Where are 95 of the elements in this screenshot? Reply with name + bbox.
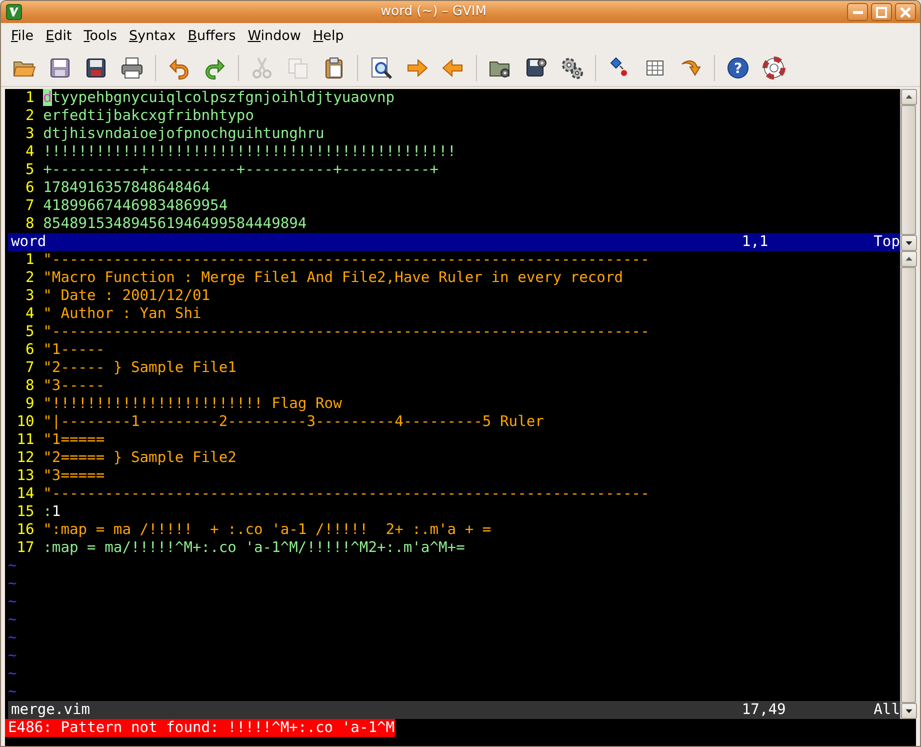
empty-line-marker: ~ xyxy=(8,611,17,628)
scroll-position: Top xyxy=(874,233,900,251)
code-line: ":map = ma /!!!!! + :.co 'a-1 /!!!!! 2+ :.m'a + = xyxy=(43,521,492,539)
line-number: 4 xyxy=(24,143,36,161)
close-button[interactable] xyxy=(895,3,916,21)
code-line: "Macro Function : Merge File1 And File2,Have Ruler in every record xyxy=(43,269,624,287)
scroll-down-button[interactable] xyxy=(901,235,917,251)
empty-line-marker: ~ xyxy=(8,647,17,664)
close-icon xyxy=(900,6,911,18)
minimize-icon xyxy=(852,10,862,14)
maximize-icon xyxy=(876,6,887,18)
menu-item[interactable]: Edit xyxy=(40,24,78,48)
line-number: 1 xyxy=(24,89,36,107)
scroll-position: All xyxy=(874,701,900,719)
line-number: 1 xyxy=(24,251,36,269)
minimize-button[interactable] xyxy=(847,3,868,21)
printer-icon xyxy=(120,56,144,80)
line-number: 6 xyxy=(24,179,36,197)
code-line: "2----- } Sample File1 xyxy=(43,359,236,377)
line-number: 8 xyxy=(24,377,36,395)
scroll-down-button[interactable] xyxy=(901,703,917,719)
code-line: " Author : Yan Shi xyxy=(43,305,202,323)
code-line: "3----- xyxy=(43,377,105,395)
scroll-up-button[interactable] xyxy=(901,89,917,105)
code-line: "1===== xyxy=(43,431,105,449)
code-line: "|--------1---------2---------3---------4---------5 Ruler xyxy=(43,413,544,431)
line-number: 5 xyxy=(24,161,36,179)
code-line: 418996674469834869954 xyxy=(43,197,228,215)
menu-item[interactable]: Help xyxy=(306,24,350,48)
code-line: "3===== xyxy=(43,467,105,485)
empty-line-marker: ~ xyxy=(8,575,17,592)
file-name: word xyxy=(11,233,46,250)
line-number: 16 xyxy=(16,521,36,539)
line-number: 15 xyxy=(16,503,36,521)
line-number: 3 xyxy=(24,287,36,305)
line-number: 5 xyxy=(24,323,36,341)
code-line: "1----- xyxy=(43,341,105,359)
menu-item[interactable]: Window xyxy=(242,24,307,48)
empty-line-marker: ~ xyxy=(8,665,17,682)
window-title: word (~) – GVIM xyxy=(380,3,488,22)
code-line: !!!!!!!!!!!!!!!!!!!!!!!!!!!!!!!!!!!!!!!!!!!!!!! xyxy=(43,143,456,161)
menu-item[interactable]: Buffers xyxy=(182,24,242,48)
empty-line-marker: ~ xyxy=(8,593,17,610)
code-line: "2===== } Sample File2 xyxy=(43,449,236,467)
code-line: dtjhisvndaioejofpnochguihtunghru xyxy=(43,125,324,143)
line-number: 6 xyxy=(24,341,36,359)
empty-line-marker: ~ xyxy=(8,683,17,700)
empty-line-marker: ~ xyxy=(8,557,17,574)
line-number: 3 xyxy=(24,125,36,143)
document-search-icon xyxy=(369,56,393,80)
help-icon: ? xyxy=(726,56,750,80)
line-number: 2 xyxy=(24,269,36,287)
empty-line-marker: ~ xyxy=(8,629,17,646)
code-line: 1784916357848648464 xyxy=(43,179,210,197)
lifebuoy-icon xyxy=(762,56,786,80)
gears-icon xyxy=(560,56,584,80)
line-number: 8 xyxy=(24,215,36,233)
error-message: E486: Pattern not found: !!!!!^M+:.co 'a-1^M xyxy=(5,719,395,737)
menu-item[interactable]: Tools xyxy=(78,24,124,48)
line-number: 11 xyxy=(16,431,36,449)
copy-icon xyxy=(286,56,310,80)
scroll-up-button[interactable] xyxy=(901,251,917,267)
file-name: merge.vim xyxy=(11,701,90,718)
code-line: "-------------------------------------------------------------------- xyxy=(43,251,650,269)
code-line: dtyypehbgnycuiqlcolpszfgnjoihldjtyuaovnp xyxy=(43,89,395,107)
scrollbar[interactable] xyxy=(900,89,916,251)
line-number: 10 xyxy=(16,413,36,431)
line-number: 13 xyxy=(16,467,36,485)
cursor-position: 1,1 xyxy=(742,233,768,251)
menu-item[interactable]: Syntax xyxy=(123,24,182,48)
code-line: "-------------------------------------------------------------------- xyxy=(43,485,650,503)
code-line: :map = ma/!!!!!^M+:.co 'a-1^M/!!!!!^M2+:.m'a^M+= xyxy=(43,539,465,557)
maximize-button[interactable] xyxy=(871,3,892,21)
line-number: 17 xyxy=(16,539,36,557)
line-number: 12 xyxy=(16,449,36,467)
code-line: :1 xyxy=(43,503,61,521)
line-number: 4 xyxy=(24,305,36,323)
line-number: 9 xyxy=(24,395,36,413)
app-icon xyxy=(5,3,23,21)
code-line: 854891534894561946499584449894 xyxy=(43,215,307,233)
code-line: erfedtijbakcxgfribnhtypo xyxy=(43,107,254,125)
floppy-gear-icon xyxy=(524,56,548,80)
code-line: "-------------------------------------------------------------------- xyxy=(43,323,650,341)
cursor-position: 17,49 xyxy=(742,701,786,719)
toolbar-button[interactable]: ? xyxy=(721,52,755,84)
scrollbar-thumb[interactable] xyxy=(901,105,916,235)
code-line: "!!!!!!!!!!!!!!!!!!!!!!!! Flag Row xyxy=(43,395,342,413)
scissors-icon xyxy=(250,56,274,80)
line-number: 7 xyxy=(24,359,36,377)
line-number: 7 xyxy=(24,197,36,215)
line-number: 14 xyxy=(16,485,36,503)
code-line: +----------+----------+----------+----------+ xyxy=(43,161,439,179)
line-number: 2 xyxy=(24,107,36,125)
code-line: " Date : 2001/12/01 xyxy=(43,287,210,305)
menu-item[interactable]: File xyxy=(5,24,40,48)
